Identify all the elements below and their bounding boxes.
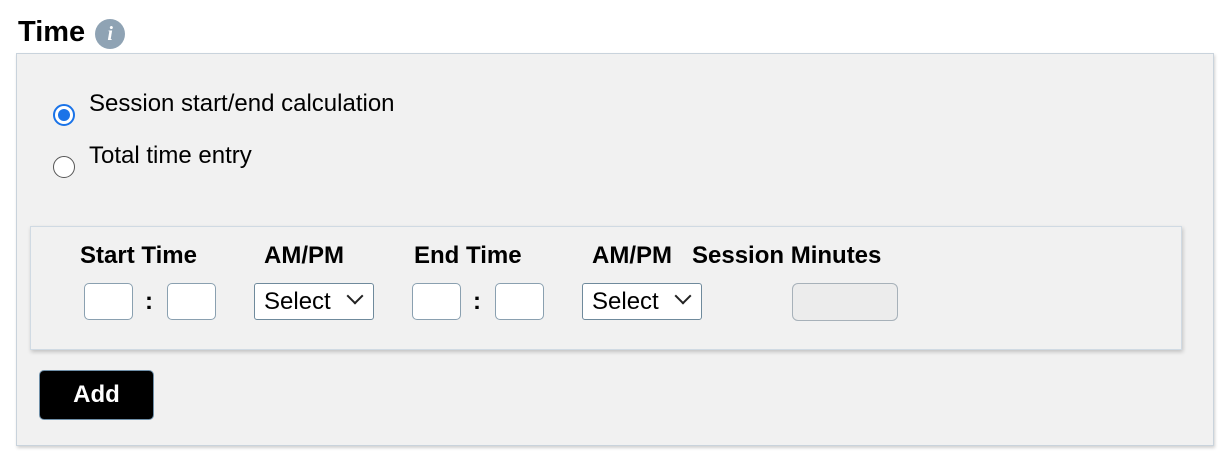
start-time-separator: : xyxy=(145,288,153,315)
end-ampm-value: Select xyxy=(592,287,659,315)
end-minute-input[interactable] xyxy=(495,283,544,320)
section-title: Time xyxy=(18,16,86,48)
add-button[interactable]: Add xyxy=(39,370,154,420)
session-minutes-header: Session Minutes xyxy=(692,242,882,269)
radio-session-calculation[interactable]: Session start/end calculation xyxy=(53,90,395,126)
chevron-down-icon xyxy=(346,287,364,305)
radio-label-session-calculation: Session start/end calculation xyxy=(89,90,395,117)
end-time-header: End Time xyxy=(414,242,522,269)
radio-button-total-time[interactable] xyxy=(53,156,75,178)
start-hour-input[interactable] xyxy=(84,283,133,320)
session-minutes-field xyxy=(792,283,898,321)
start-ampm-select[interactable]: Select xyxy=(254,283,374,320)
section-header: Time i xyxy=(18,14,126,50)
end-time-separator: : xyxy=(473,288,481,315)
radio-label-total-time: Total time entry xyxy=(89,142,252,169)
end-hour-input[interactable] xyxy=(412,283,461,320)
radio-button-session-calculation[interactable] xyxy=(53,104,75,126)
time-panel: Session start/end calculation Total time… xyxy=(16,53,1214,446)
radio-total-time[interactable]: Total time entry xyxy=(53,142,252,178)
session-entry-card: Start Time AM/PM End Time AM/PM Session … xyxy=(30,226,1182,350)
chevron-down-icon xyxy=(674,287,692,305)
end-ampm-select[interactable]: Select xyxy=(582,283,702,320)
start-minute-input[interactable] xyxy=(167,283,216,320)
start-time-header: Start Time xyxy=(80,242,197,269)
start-ampm-value: Select xyxy=(264,287,331,315)
start-ampm-header: AM/PM xyxy=(264,242,344,269)
info-icon[interactable]: i xyxy=(95,19,126,49)
end-ampm-header: AM/PM xyxy=(592,242,672,269)
